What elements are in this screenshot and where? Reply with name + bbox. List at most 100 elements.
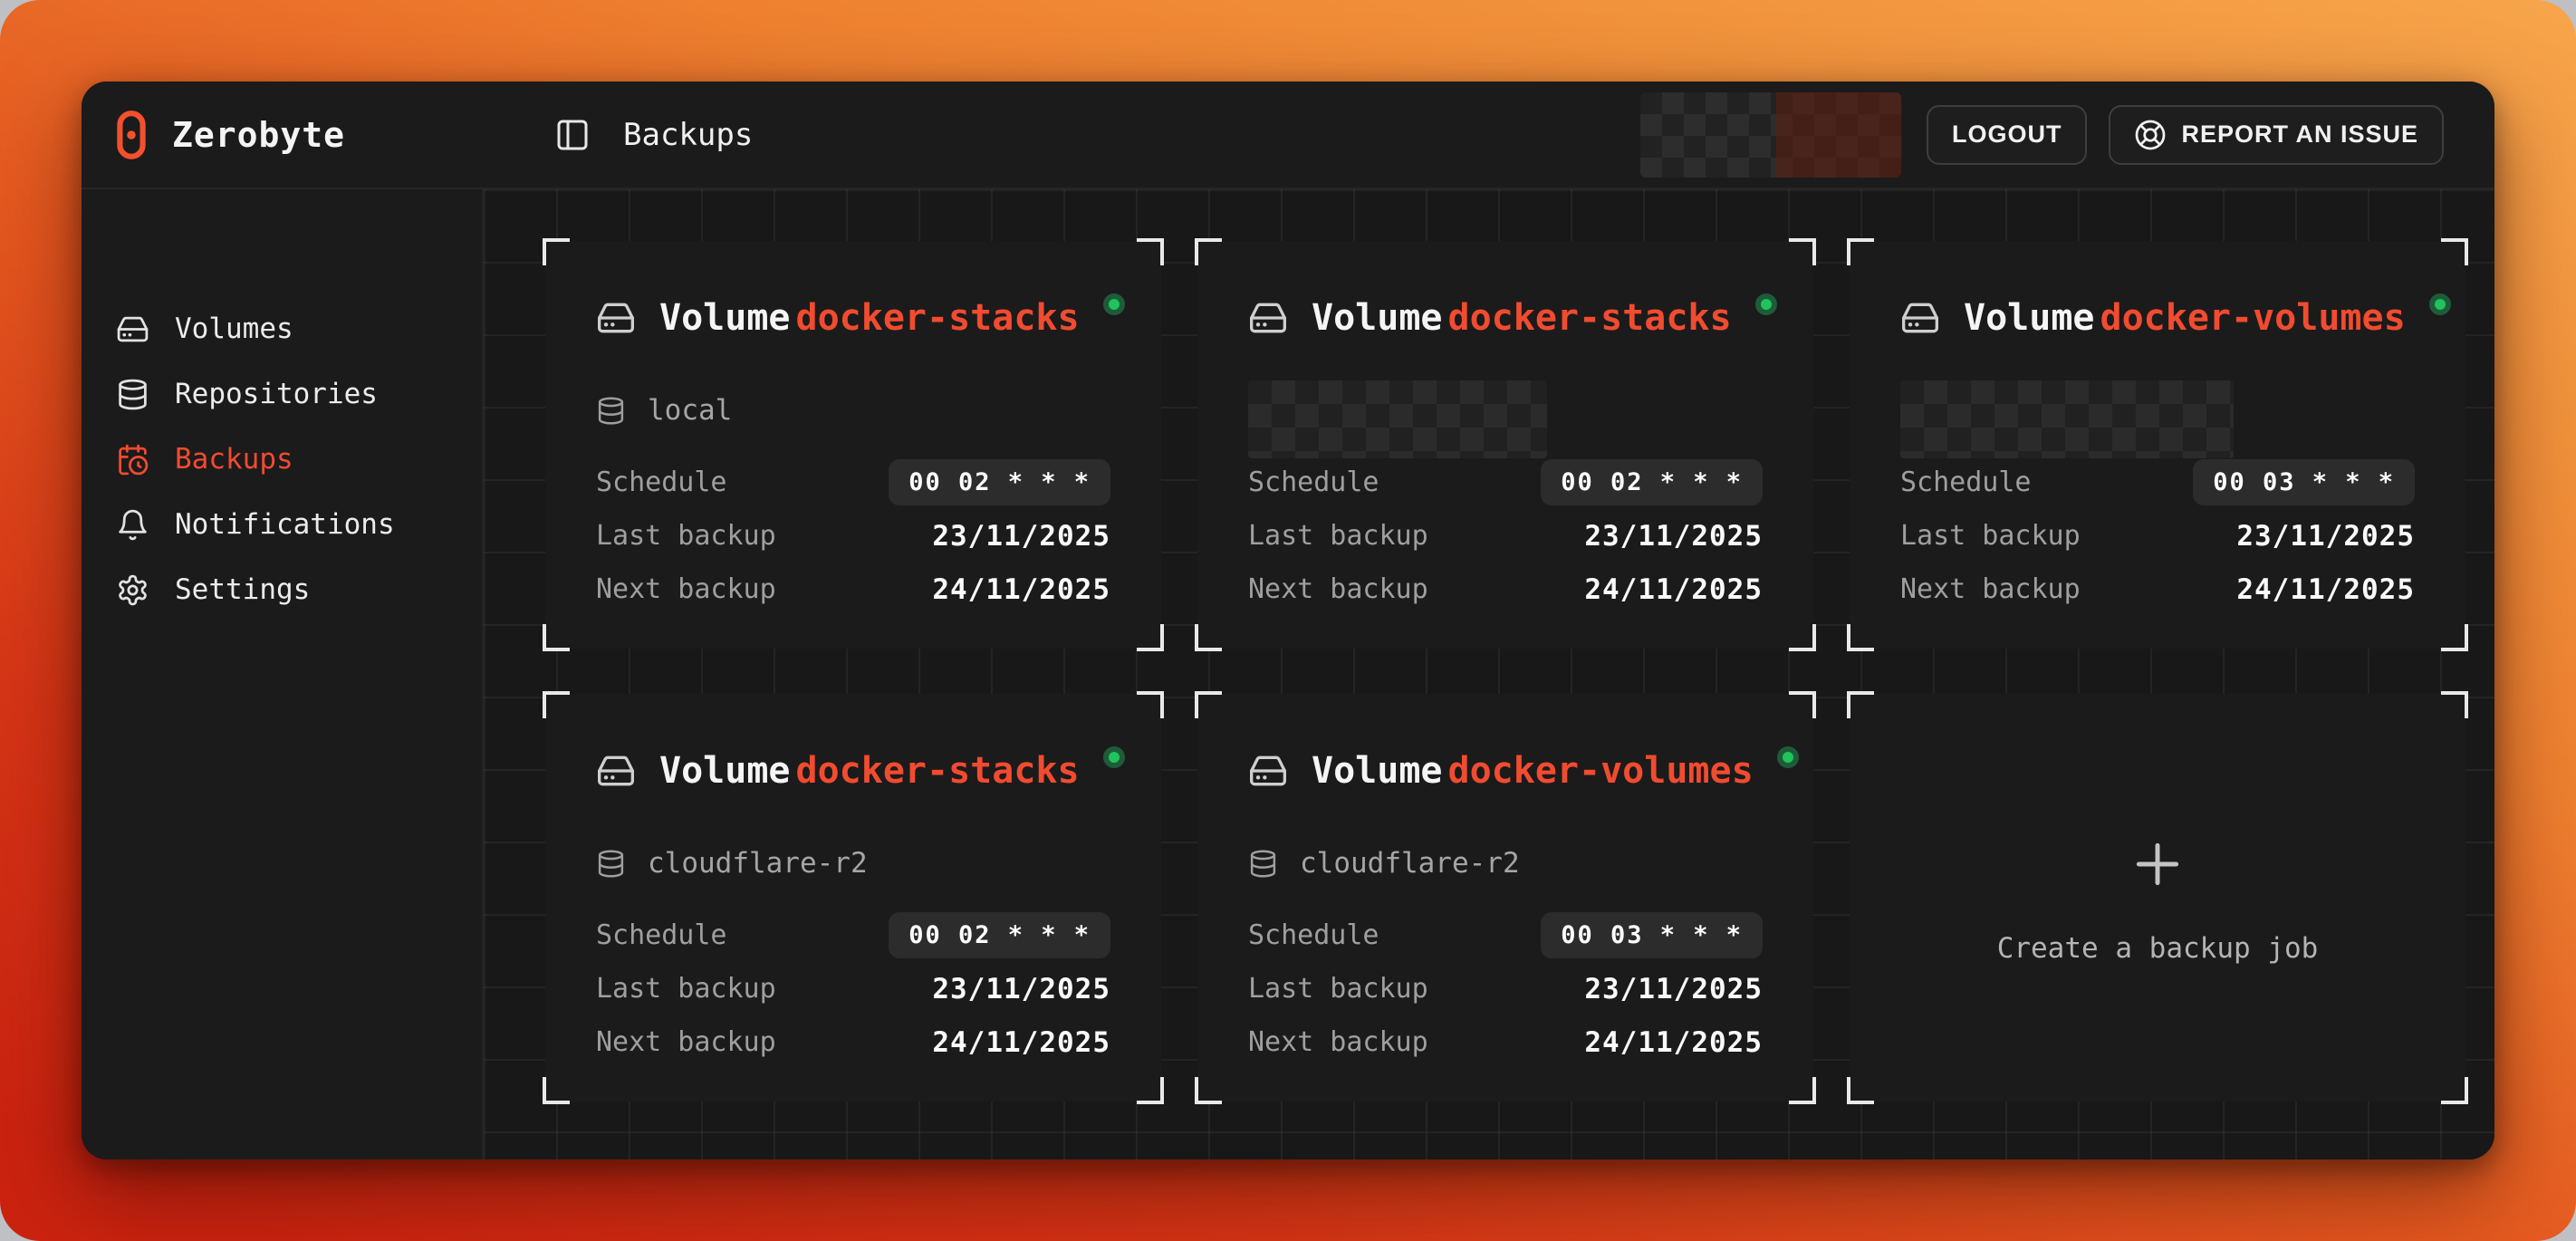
last-backup-label: Last backup — [1900, 520, 2081, 552]
schedule-label: Schedule — [596, 467, 727, 498]
logout-button[interactable]: LOGOUT — [1927, 105, 2088, 165]
card-stats: Schedule 00 02 * * * Last backup 23/11/2… — [1248, 456, 1763, 616]
next-backup-row: Next backup 24/11/2025 — [1248, 1015, 1763, 1069]
schedule-label: Schedule — [596, 919, 727, 951]
last-backup-label: Last backup — [596, 520, 776, 552]
hard-drive-icon — [1248, 298, 1288, 338]
next-backup-row: Next backup 24/11/2025 — [596, 1015, 1110, 1069]
last-backup-value: 23/11/2025 — [2236, 520, 2415, 553]
sidebar-item-settings[interactable]: Settings — [82, 557, 482, 622]
backup-card[interactable]: Volumedocker-stacks local Schedule 00 02… — [545, 241, 1161, 649]
desktop-background: Zerobyte Backups LOGOUT REPORT AN ISSUE — [0, 0, 2576, 1241]
backup-card[interactable]: Volumedocker-volumes cloudflare-r2 Sched… — [1197, 694, 1813, 1102]
corner-bracket — [1195, 238, 1222, 265]
page-title: Backups — [623, 117, 753, 153]
lifebuoy-icon — [2134, 119, 2167, 151]
sidebar-item-label: Backups — [175, 443, 293, 476]
schedule-label: Schedule — [1248, 919, 1379, 951]
plus-icon — [2128, 834, 2187, 894]
sidebar-item-label: Settings — [175, 573, 310, 606]
header-actions: LOGOUT REPORT AN ISSUE — [1640, 92, 2444, 178]
last-backup-value: 23/11/2025 — [1584, 520, 1763, 553]
sidebar-item-repositories[interactable]: Repositories — [82, 361, 482, 427]
schedule-badge: 00 02 * * * — [889, 459, 1110, 505]
hard-drive-icon — [596, 298, 636, 338]
backup-card[interactable]: Volumedocker-stacks cloudflare-r2 Schedu… — [545, 694, 1161, 1102]
redacted-repository-name — [1248, 380, 1547, 458]
report-issue-label: REPORT AN ISSUE — [2181, 120, 2418, 149]
status-dot — [2429, 293, 2451, 315]
report-issue-button[interactable]: REPORT AN ISSUE — [2109, 105, 2444, 165]
panel-left-icon[interactable] — [554, 117, 591, 153]
status-dot — [1777, 746, 1799, 768]
card-type-label: Volume — [1312, 750, 1443, 792]
corner-bracket — [543, 1077, 570, 1104]
schedule-row: Schedule 00 02 * * * — [1248, 456, 1763, 509]
card-title: Volumedocker-volumes — [1964, 297, 2406, 339]
backup-cards-grid: Volumedocker-stacks local Schedule 00 02… — [545, 241, 2465, 1102]
repository-row: cloudflare-r2 — [1248, 835, 1763, 891]
last-backup-row: Last backup 23/11/2025 — [596, 962, 1110, 1015]
sidebar-item-label: Repositories — [175, 378, 378, 410]
corner-bracket — [1847, 624, 1874, 651]
corner-bracket — [2441, 238, 2468, 265]
schedule-badge: 00 02 * * * — [889, 912, 1110, 958]
last-backup-label: Last backup — [596, 973, 776, 1005]
last-backup-value: 23/11/2025 — [932, 520, 1110, 553]
corner-bracket — [1847, 691, 1874, 718]
corner-bracket — [543, 691, 570, 718]
next-backup-label: Next backup — [1248, 573, 1428, 605]
corner-bracket — [543, 238, 570, 265]
corner-bracket — [2441, 691, 2468, 718]
main-content: Volumedocker-stacks local Schedule 00 02… — [482, 189, 2494, 1159]
backup-card[interactable]: Volumedocker-volumes Schedule 00 03 * * … — [1850, 241, 2465, 649]
corner-bracket — [1137, 238, 1164, 265]
card-stats: Schedule 00 03 * * * Last backup 23/11/2… — [1248, 909, 1763, 1069]
repository-row: local — [596, 382, 1110, 438]
database-icon — [596, 849, 626, 879]
last-backup-value: 23/11/2025 — [1584, 973, 1763, 1005]
corner-bracket — [1137, 624, 1164, 651]
logout-label: LOGOUT — [1952, 120, 2062, 149]
next-backup-row: Next backup 24/11/2025 — [1900, 563, 2415, 616]
card-header: Volumedocker-stacks — [1248, 297, 1763, 339]
schedule-badge: 00 03 * * * — [2193, 459, 2415, 505]
corner-bracket — [1789, 624, 1816, 651]
sidebar-item-backups[interactable]: Backups — [82, 427, 482, 492]
zerobyte-logo-icon — [116, 110, 147, 160]
card-title: Volumedocker-volumes — [1312, 750, 1754, 792]
corner-bracket — [1847, 1077, 1874, 1104]
repository-row — [1248, 382, 1763, 456]
corner-bracket — [2441, 624, 2468, 651]
schedule-badge: 00 02 * * * — [1541, 459, 1763, 505]
next-backup-value: 24/11/2025 — [2236, 573, 2415, 606]
schedule-label: Schedule — [1900, 467, 2032, 498]
corner-bracket — [2441, 1077, 2468, 1104]
last-backup-row: Last backup 23/11/2025 — [1900, 509, 2415, 563]
volume-name: docker-stacks — [1448, 297, 1732, 339]
volume-name: docker-stacks — [796, 297, 1080, 339]
hard-drive-icon — [1900, 298, 1940, 338]
app-window: Zerobyte Backups LOGOUT REPORT AN ISSUE — [82, 82, 2494, 1159]
next-backup-value: 24/11/2025 — [1584, 573, 1763, 606]
next-backup-value: 24/11/2025 — [932, 1026, 1110, 1059]
volume-name: docker-volumes — [1448, 750, 1754, 792]
last-backup-value: 23/11/2025 — [932, 973, 1110, 1005]
card-type-label: Volume — [1312, 297, 1443, 339]
last-backup-label: Last backup — [1248, 520, 1428, 552]
last-backup-row: Last backup 23/11/2025 — [596, 509, 1110, 563]
backup-card[interactable]: Volumedocker-stacks Schedule 00 02 * * *… — [1197, 241, 1813, 649]
database-icon — [1248, 849, 1278, 879]
sidebar-item-volumes[interactable]: Volumes — [82, 296, 482, 361]
last-backup-label: Last backup — [1248, 973, 1428, 1005]
last-backup-row: Last backup 23/11/2025 — [1248, 509, 1763, 563]
next-backup-row: Next backup 24/11/2025 — [1248, 563, 1763, 616]
hard-drive-icon — [116, 313, 149, 346]
corner-bracket — [1195, 624, 1222, 651]
corner-bracket — [1789, 1077, 1816, 1104]
corner-bracket — [1847, 238, 1874, 265]
sidebar: Volumes Repositories Backups Notificatio… — [82, 189, 482, 1159]
create-backup-job-card[interactable]: Create a backup job — [1850, 694, 2465, 1102]
corner-bracket — [1195, 1077, 1222, 1104]
sidebar-item-notifications[interactable]: Notifications — [82, 492, 482, 557]
